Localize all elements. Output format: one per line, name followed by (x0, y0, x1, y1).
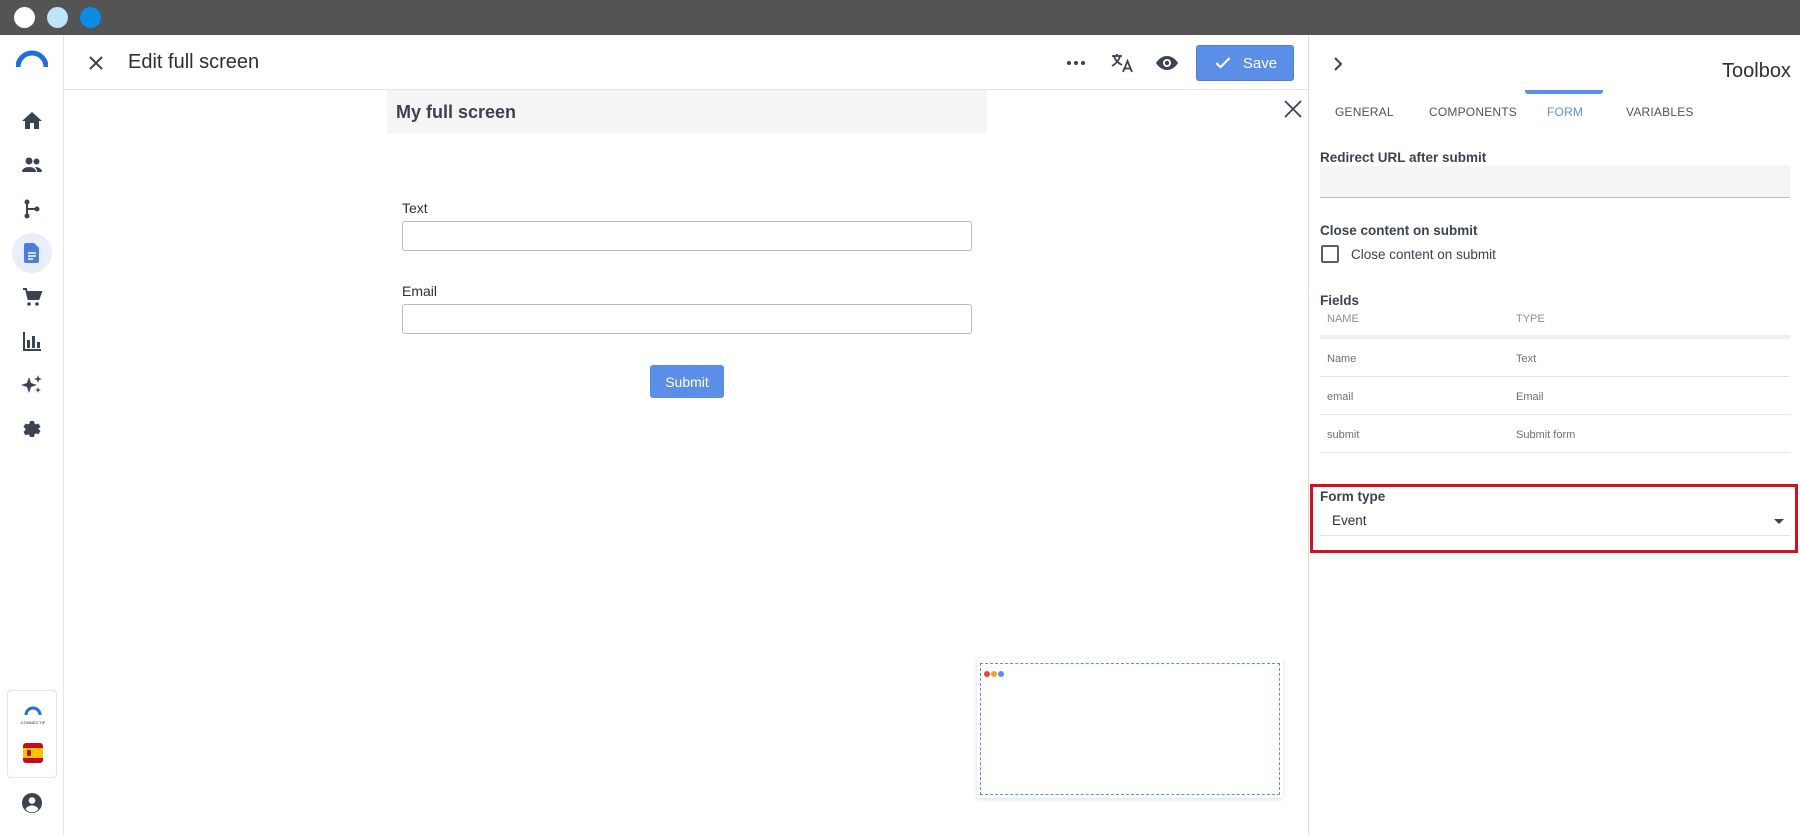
window-maximize-dot[interactable] (80, 7, 101, 28)
field-type-cell: Submit form (1516, 429, 1576, 441)
tab-general[interactable]: GENERAL (1335, 105, 1394, 119)
field-type-cell: Email (1516, 391, 1544, 403)
nav-analytics-icon[interactable] (12, 321, 52, 361)
minimap-frame[interactable] (980, 663, 1280, 795)
nav-sparkle-icon[interactable] (12, 365, 52, 405)
screen-header: My full screen (387, 90, 987, 133)
collapse-chevron-icon[interactable] (1327, 53, 1349, 75)
fields-label: Fields (1320, 293, 1360, 308)
checkmark-icon (1215, 57, 1231, 69)
brand-switcher[interactable]: CONNECTIF (7, 690, 57, 778)
text-input[interactable] (402, 221, 972, 251)
more-options-icon[interactable] (1064, 51, 1088, 75)
minimap-dots (984, 664, 1005, 682)
column-header-name: NAME (1327, 313, 1359, 325)
form-type-highlight (1310, 484, 1798, 553)
submit-button[interactable]: Submit (650, 365, 724, 398)
connectif-logo-icon: CONNECTIF (20, 703, 46, 725)
column-header-type: TYPE (1516, 313, 1545, 325)
close-content-checkbox[interactable] (1321, 245, 1339, 263)
brand-small-text: CONNECTIF (20, 720, 46, 725)
active-tab-indicator (1525, 90, 1603, 94)
toolbox-tabs: GENERAL COMPONENTS FORM VARIABLES (1309, 90, 1800, 125)
left-navigation: CONNECTIF (0, 35, 64, 835)
field-name-cell: Name (1327, 353, 1357, 365)
close-content-section-label: Close content on submit (1320, 223, 1478, 238)
tab-variables[interactable]: VARIABLES (1626, 105, 1694, 119)
redirect-url-label: Redirect URL after submit (1320, 150, 1487, 165)
table-row[interactable]: submit Submit form (1320, 415, 1790, 453)
brand-logo-icon[interactable] (15, 49, 49, 69)
screen-title: My full screen (396, 102, 517, 122)
nav-content-icon[interactable] (12, 233, 52, 273)
text-field-label: Text (402, 200, 428, 216)
save-button[interactable]: Save (1196, 45, 1294, 81)
preview-eye-icon[interactable] (1155, 51, 1179, 75)
nav-cart-icon[interactable] (12, 277, 52, 317)
tab-components[interactable]: COMPONENTS (1429, 105, 1517, 119)
table-row[interactable]: Name Text (1320, 339, 1790, 377)
toolbox-title: Toolbox (1722, 60, 1791, 82)
table-row[interactable]: email Email (1320, 377, 1790, 415)
window-titlebar (0, 0, 1800, 35)
nav-users-icon[interactable] (12, 145, 52, 185)
field-name-cell: email (1327, 391, 1354, 403)
field-name-cell: submit (1327, 429, 1360, 441)
editor-canvas: My full screen Text Email Submit (64, 90, 1308, 835)
email-field-label: Email (402, 283, 438, 299)
canvas-close-icon[interactable] (1282, 98, 1304, 120)
save-button-label: Save (1242, 54, 1278, 72)
window-minimize-dot[interactable] (47, 7, 68, 28)
nav-settings-icon[interactable] (12, 409, 52, 449)
email-input[interactable] (402, 304, 972, 334)
account-icon[interactable] (20, 791, 44, 815)
close-editor-icon[interactable] (84, 51, 108, 75)
nav-home-icon[interactable] (12, 101, 52, 141)
tab-form[interactable]: FORM (1547, 105, 1583, 119)
nav-flow-icon[interactable] (12, 189, 52, 229)
close-content-checkbox-label: Close content on submit (1351, 247, 1496, 262)
toolbox-panel: Toolbox GENERAL COMPONENTS FORM VARIABLE… (1308, 35, 1800, 835)
window-close-dot[interactable] (14, 7, 35, 28)
redirect-url-input[interactable] (1320, 166, 1790, 198)
editor-header: Edit full screen Save (64, 35, 1308, 90)
translate-icon[interactable] (1110, 51, 1134, 75)
field-type-cell: Text (1516, 353, 1537, 365)
page-title: Edit full screen (128, 51, 260, 73)
spain-flag-icon[interactable] (23, 743, 43, 763)
